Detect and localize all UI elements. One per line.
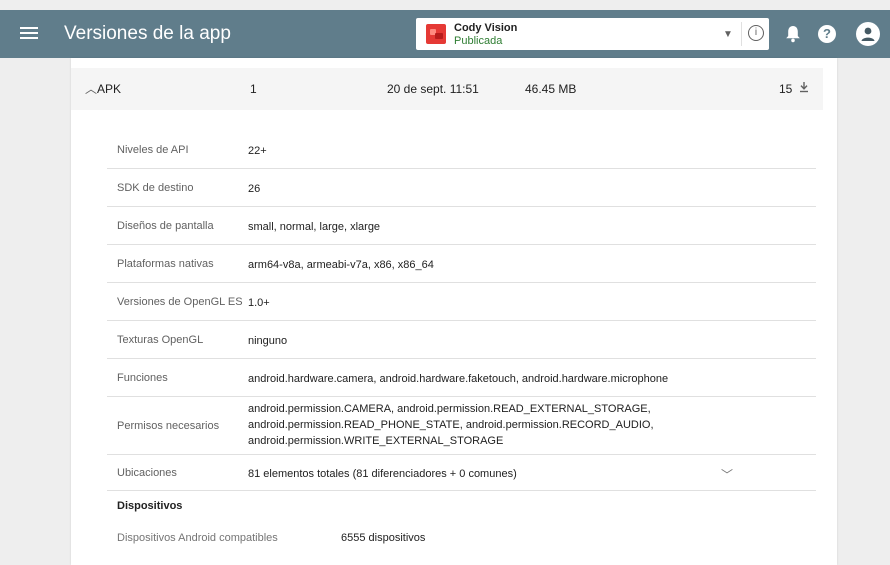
detail-row-api-levels: Niveles de API 22+ bbox=[107, 130, 816, 169]
detail-label: Diseños de pantalla bbox=[117, 220, 214, 232]
chevron-down-icon[interactable]: ﹀ bbox=[721, 466, 733, 483]
detail-label: Texturas OpenGL bbox=[117, 334, 204, 346]
detail-value-multiline: android.permission.CAMERA, android.permi… bbox=[248, 401, 654, 449]
bell-icon[interactable] bbox=[785, 25, 801, 43]
detail-value: android.hardware.camera, android.hardwar… bbox=[248, 373, 669, 385]
app-bar: Versiones de la app Cody Vision Publicad… bbox=[0, 10, 890, 58]
app-status: Publicada bbox=[454, 35, 503, 47]
apk-details-card: ︿ APK 1 20 de sept. 11:51 46.45 MB 15 Ni… bbox=[71, 58, 837, 565]
apk-size: 46.45 MB bbox=[525, 82, 577, 96]
detail-value: small, normal, large, xlarge bbox=[248, 221, 381, 233]
detail-row-opengl-textures: Texturas OpenGL ninguno bbox=[107, 320, 816, 359]
apk-label[interactable]: APK bbox=[97, 82, 121, 96]
permission-line: android.permission.CAMERA, android.permi… bbox=[248, 403, 651, 415]
apk-count: 15 bbox=[779, 82, 793, 96]
permission-line: android.permission.WRITE_EXTERNAL_STORAG… bbox=[248, 435, 504, 447]
detail-row-screen-layouts: Diseños de pantalla small, normal, large… bbox=[107, 206, 816, 245]
divider bbox=[741, 22, 742, 46]
detail-label: Ubicaciones bbox=[117, 467, 177, 479]
detail-row-locales[interactable]: Ubicaciones 81 elementos totales (81 dif… bbox=[107, 454, 816, 491]
apk-upload-date: 20 de sept. 11:51 bbox=[387, 82, 479, 96]
detail-value: 26 bbox=[248, 183, 261, 195]
caret-down-icon[interactable]: ▼ bbox=[723, 29, 733, 40]
detail-label: Permisos necesarios bbox=[117, 420, 220, 432]
app-name: Cody Vision bbox=[454, 22, 518, 34]
app-selector[interactable]: Cody Vision Publicada ▼ i bbox=[416, 18, 769, 50]
menu-icon[interactable] bbox=[20, 25, 38, 43]
account-icon[interactable] bbox=[856, 22, 880, 46]
apk-version-code: 1 bbox=[250, 82, 257, 96]
detail-row-target-sdk: SDK de destino 26 bbox=[107, 168, 816, 207]
detail-row-permissions: Permisos necesarios android.permission.C… bbox=[107, 396, 816, 455]
detail-value: arm64-v8a, armeabi-v7a, x86, x86_64 bbox=[248, 259, 434, 271]
page-title: Versiones de la app bbox=[64, 23, 231, 44]
detail-value: 1.0+ bbox=[248, 297, 270, 309]
detail-value: 22+ bbox=[248, 145, 267, 157]
detail-label: SDK de destino bbox=[117, 182, 194, 194]
detail-value: 81 elementos totales (81 diferenciadores… bbox=[248, 468, 517, 480]
detail-label: Plataformas nativas bbox=[117, 258, 214, 270]
apk-row[interactable]: ︿ APK 1 20 de sept. 11:51 46.45 MB 15 bbox=[71, 68, 823, 110]
help-icon[interactable]: ? bbox=[818, 25, 836, 43]
detail-label: Funciones bbox=[117, 372, 168, 384]
devices-count[interactable]: 6555 dispositivos bbox=[341, 532, 425, 544]
detail-row-opengl-versions: Versiones de OpenGL ES 1.0+ bbox=[107, 282, 816, 321]
download-icon[interactable] bbox=[799, 81, 809, 96]
app-logo-icon bbox=[426, 24, 446, 44]
detail-row-features: Funciones android.hardware.camera, andro… bbox=[107, 358, 816, 397]
info-icon[interactable]: i bbox=[748, 25, 764, 41]
devices-heading: Dispositivos bbox=[117, 500, 183, 512]
detail-label: Niveles de API bbox=[117, 144, 189, 156]
devices-label: Dispositivos Android compatibles bbox=[117, 532, 278, 544]
permission-line: android.permission.READ_PHONE_STATE, and… bbox=[248, 419, 654, 431]
chevron-up-icon[interactable]: ︿ bbox=[85, 80, 97, 97]
detail-value: ninguno bbox=[248, 335, 288, 347]
detail-label: Versiones de OpenGL ES bbox=[117, 296, 243, 308]
detail-row-native-platforms: Plataformas nativas arm64-v8a, armeabi-v… bbox=[107, 244, 816, 283]
